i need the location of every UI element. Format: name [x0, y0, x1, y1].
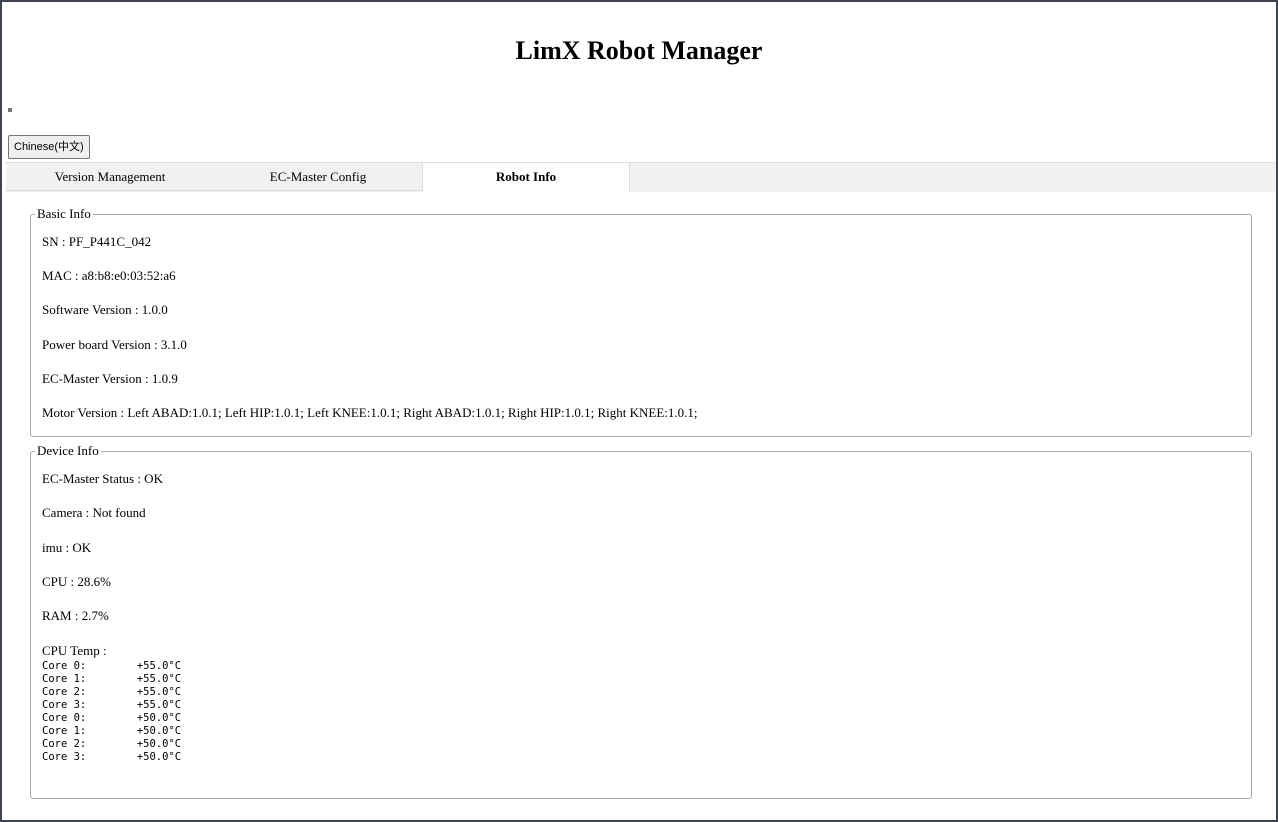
- page-title: LimX Robot Manager: [515, 36, 763, 65]
- ram-row: RAM : 2.7%: [42, 608, 109, 623]
- tab-version-management[interactable]: Version Management: [6, 163, 214, 191]
- basic-info-panel: Basic Info SN : PF_P441C_042 MAC : a8:b8…: [30, 206, 1252, 437]
- device-info-panel: Device Info EC-Master Status : OK Camera…: [30, 443, 1252, 799]
- ec-master-status-row: EC-Master Status : OK: [42, 471, 163, 486]
- tab-robot-info[interactable]: Robot Info: [422, 163, 630, 193]
- mac-row: MAC : a8:b8:e0:03:52:a6: [42, 268, 176, 283]
- software-version-row: Software Version : 1.0.0: [42, 302, 168, 317]
- tab-bar: Version Management EC-Master Config Robo…: [6, 162, 1276, 193]
- camera-row: Camera : Not found: [42, 505, 146, 520]
- imu-row: imu : OK: [42, 540, 92, 555]
- language-toggle-button[interactable]: Chinese(中文): [8, 135, 90, 159]
- tab-ec-master-config[interactable]: EC-Master Config: [214, 163, 422, 191]
- device-info-legend: Device Info: [35, 443, 101, 459]
- cpu-temp-label: CPU Temp :: [42, 643, 107, 658]
- motor-version-row: Motor Version : Left ABAD:1.0.1; Left HI…: [42, 405, 698, 420]
- broken-image-icon: [8, 108, 12, 112]
- power-board-version-row: Power board Version : 3.1.0: [42, 337, 187, 352]
- basic-info-legend: Basic Info: [35, 206, 93, 222]
- cpu-temp-output: Core 0: +55.0°C Core 1: +55.0°C Core 2: …: [42, 660, 182, 763]
- ec-master-version-row: EC-Master Version : 1.0.9: [42, 371, 178, 386]
- cpu-row: CPU : 28.6%: [42, 574, 111, 589]
- sn-row: SN : PF_P441C_042: [42, 234, 152, 249]
